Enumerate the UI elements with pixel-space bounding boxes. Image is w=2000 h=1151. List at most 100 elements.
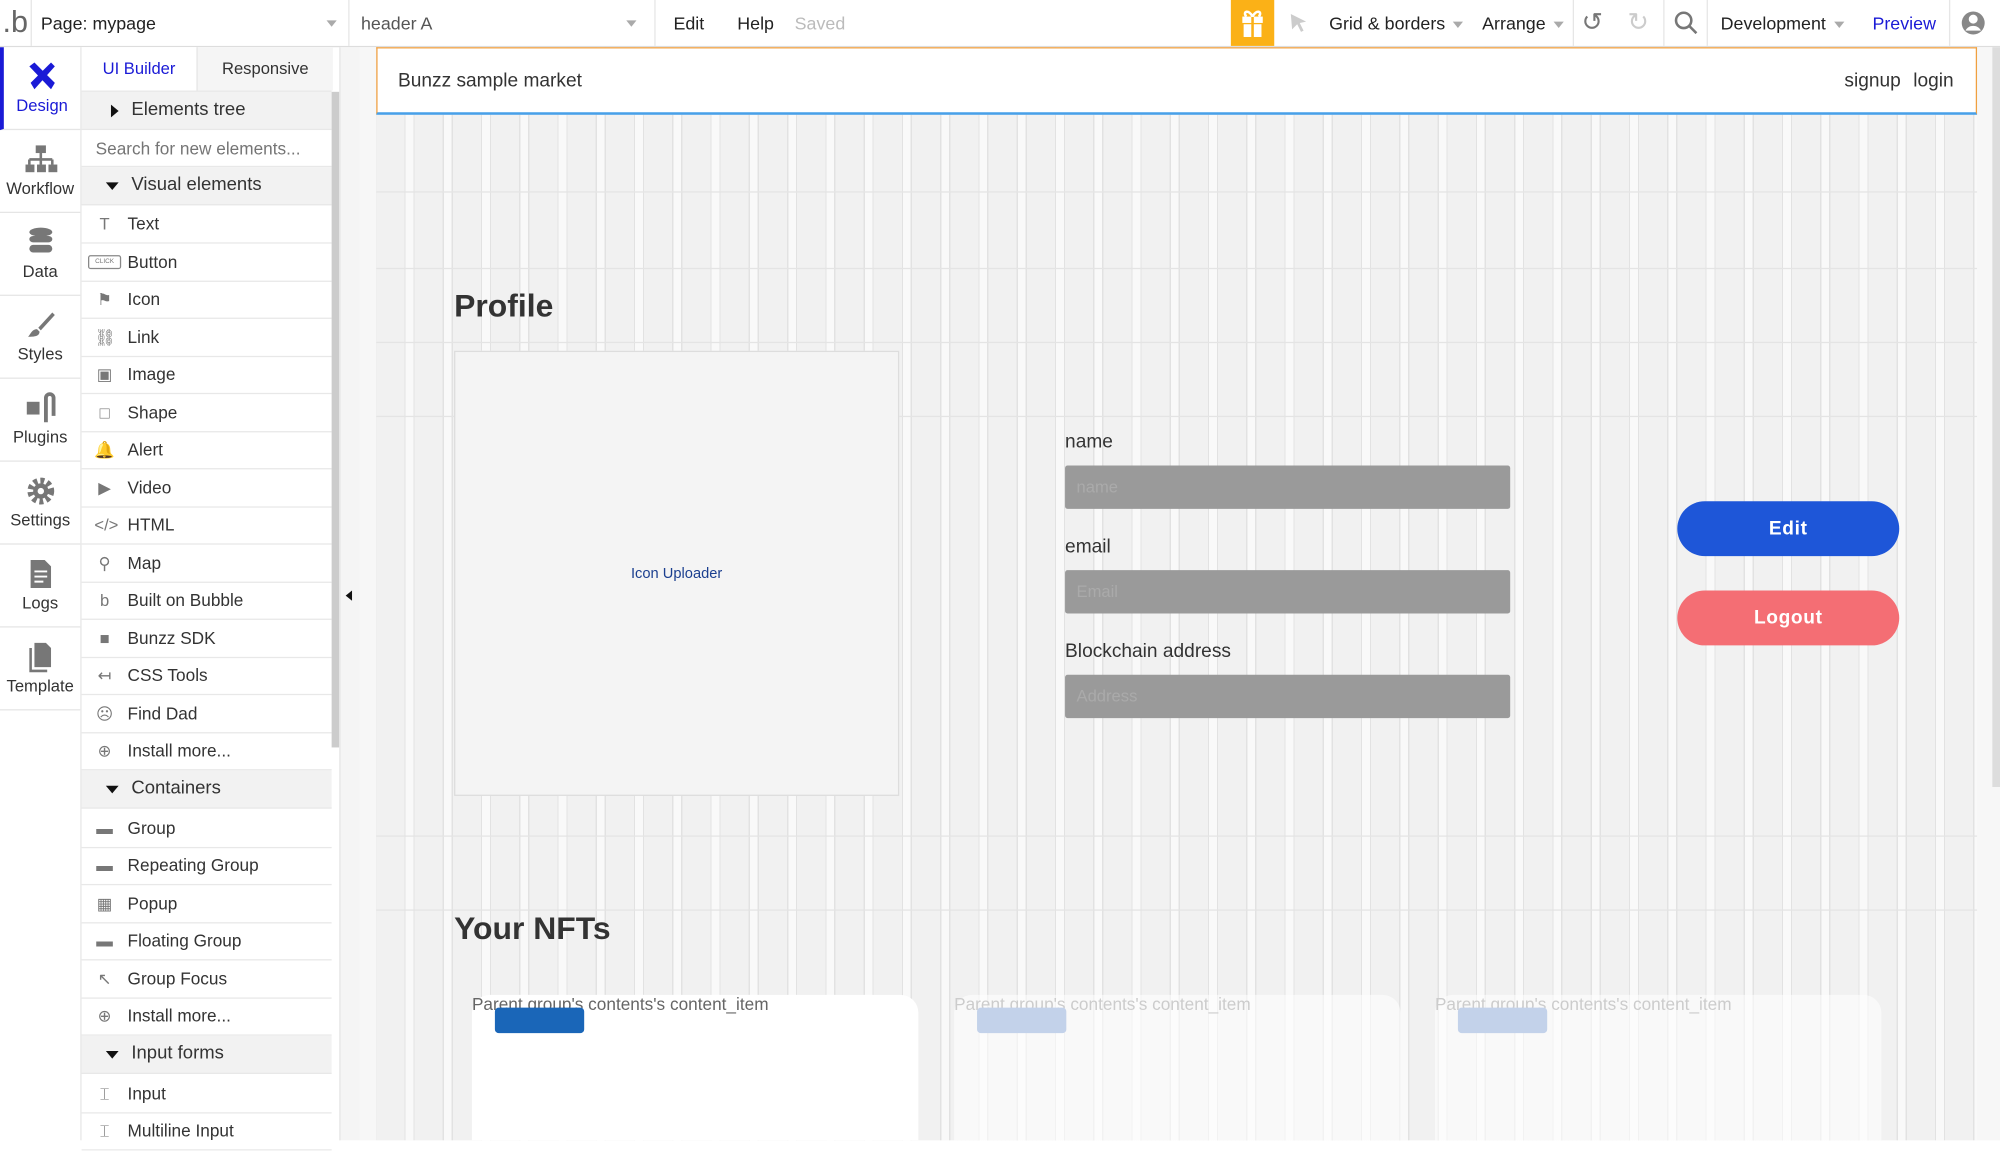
selector-button[interactable]: [1286, 0, 1312, 46]
element-item-shape[interactable]: □ Shape: [81, 393, 332, 432]
element-item-css-tools[interactable]: ↤ CSS Tools: [81, 657, 332, 696]
element-item-multiline-input[interactable]: ⌶ Multiline Input: [81, 1112, 332, 1151]
map-icon: ⚲: [98, 552, 111, 573]
section-visual-elements[interactable]: Visual elements: [81, 167, 332, 206]
collapse-panel-icon[interactable]: [345, 590, 353, 601]
element-item-group-focus[interactable]: ↖ Group Focus: [81, 960, 332, 999]
section-input-forms[interactable]: Input forms: [81, 1035, 332, 1074]
panel-scrollbar[interactable]: [331, 91, 340, 748]
element-item-label: Alert: [127, 440, 163, 460]
nav-logs[interactable]: Logs: [0, 545, 81, 628]
undo-icon[interactable]: ↺: [1582, 0, 1610, 46]
section-label: Visual elements: [131, 174, 262, 196]
caret-down-icon: [105, 785, 119, 793]
element-item-install-more[interactable]: ⊕ Install more...: [81, 997, 332, 1036]
redo-icon[interactable]: ↻: [1628, 0, 1656, 46]
install-more-icon: ⊕: [97, 1006, 112, 1026]
chevron-down-icon: [1452, 21, 1464, 28]
element-item-install-more[interactable]: ⊕ Install more...: [81, 732, 332, 771]
bunzz-sdk-icon: ■: [99, 628, 110, 648]
icon-uploader[interactable]: Icon Uploader: [454, 350, 900, 796]
element-item-bunzz-sdk[interactable]: ■ Bunzz SDK: [81, 619, 332, 658]
arrange-menu[interactable]: Arrange: [1482, 0, 1564, 46]
element-item-link[interactable]: ⛓ Link: [81, 318, 332, 357]
address-input[interactable]: Address: [1065, 674, 1511, 719]
element-item-label: Floating Group: [127, 931, 242, 951]
nav-settings[interactable]: Settings: [0, 462, 81, 545]
element-item-text[interactable]: T Text: [81, 205, 332, 244]
element-item-find-dad[interactable]: ☹ Find Dad: [81, 695, 332, 733]
canvas-scrollbar[interactable]: [1992, 47, 2000, 787]
caret-down-icon: [105, 182, 119, 191]
element-item-repeating-group[interactable]: ▬ Repeating Group: [81, 847, 332, 886]
cursor-icon: [1290, 14, 1307, 32]
elements-tree-toggle[interactable]: Elements tree: [81, 91, 332, 131]
bubble-logo-icon[interactable]: .b: [3, 0, 31, 46]
elements-panel: UI Builder Responsive Elements tree Visu…: [81, 47, 333, 1151]
edit-button[interactable]: Edit: [1677, 501, 1900, 557]
name-label: name: [1065, 431, 1113, 453]
element-item-built-on-bubble[interactable]: b Built on Bubble: [81, 582, 332, 620]
element-item-floating-group[interactable]: ▬ Floating Group: [81, 922, 332, 961]
login-link[interactable]: login: [1913, 70, 1953, 92]
text-icon: T: [99, 214, 110, 234]
brush-icon: [27, 312, 55, 337]
image-icon: ▣: [96, 364, 113, 384]
element-item-label: Built on Bubble: [127, 590, 244, 610]
profile-title: Profile: [454, 288, 554, 324]
nft-card[interactable]: Parent group's contents's content_item: [1434, 994, 1882, 1141]
element-item-label: Icon: [127, 289, 161, 309]
group-focus-icon: ↖: [97, 968, 112, 988]
name-input[interactable]: name: [1065, 465, 1511, 509]
nav-workflow[interactable]: Workflow: [0, 130, 81, 214]
element-item-alert[interactable]: 🔔 Alert: [81, 431, 332, 470]
element-item-map[interactable]: ⚲ Map: [81, 544, 332, 583]
panel-tabs: UI Builder Responsive: [81, 47, 333, 92]
environment-label: Development: [1720, 12, 1826, 34]
section-containers[interactable]: Containers: [81, 769, 332, 809]
page-header[interactable]: Bunzz sample market signup login: [376, 47, 1978, 115]
element-select[interactable]: header A: [361, 0, 642, 46]
floating-group-icon: ▬: [96, 931, 113, 951]
nav-label: Data: [22, 261, 58, 281]
section-label: Input forms: [131, 1042, 224, 1064]
nav-design[interactable]: Design: [0, 47, 81, 131]
email-input[interactable]: Email: [1065, 570, 1511, 614]
search-elements-input[interactable]: [81, 130, 332, 168]
nft-card[interactable]: Parent group's contents's content_item: [471, 994, 919, 1141]
element-item-video[interactable]: ▶ Video: [81, 469, 332, 508]
brand-title[interactable]: Bunzz sample market: [398, 70, 582, 92]
account-button[interactable]: [1960, 0, 1986, 46]
environment-select[interactable]: Development: [1721, 0, 1844, 46]
nav-styles[interactable]: Styles: [0, 296, 81, 379]
element-item-image[interactable]: ▣ Image: [81, 356, 332, 395]
element-item-label: Bunzz SDK: [127, 628, 216, 648]
top-bar: .b Page: mypage header A Edit Help Saved…: [0, 0, 2000, 48]
help-menu[interactable]: Help: [737, 0, 774, 46]
nav-template[interactable]: Template: [0, 628, 81, 711]
signup-link[interactable]: signup: [1844, 70, 1900, 92]
nav-label: Settings: [10, 510, 71, 530]
element-item-icon[interactable]: ⚑ Icon: [81, 281, 332, 319]
nav-plugins[interactable]: Plugins: [0, 379, 81, 462]
nav-label: Plugins: [12, 427, 68, 447]
tab-responsive[interactable]: Responsive: [196, 47, 333, 91]
nav-label: Template: [6, 676, 74, 696]
element-item-popup[interactable]: ▦ Popup: [81, 885, 332, 923]
gift-button[interactable]: [1230, 0, 1275, 46]
element-item-input[interactable]: ⌶ Input: [81, 1075, 332, 1113]
element-item-group[interactable]: ▬ Group: [81, 809, 332, 848]
preview-button[interactable]: Preview: [1872, 0, 1936, 46]
element-item-html[interactable]: </> HTML: [81, 506, 332, 545]
nav-data[interactable]: Data: [0, 213, 81, 296]
edit-menu[interactable]: Edit: [673, 0, 704, 46]
nft-card[interactable]: Parent group's contents's content_item: [954, 994, 1401, 1141]
page-select[interactable]: Page: mypage: [41, 0, 342, 46]
logout-button[interactable]: Logout: [1677, 590, 1900, 646]
database-icon: [28, 227, 52, 253]
grid-borders-menu[interactable]: Grid & borders: [1329, 0, 1464, 46]
search-button[interactable]: [1673, 0, 1699, 46]
tab-ui-builder[interactable]: UI Builder: [81, 47, 197, 91]
element-item-label: Input: [127, 1083, 166, 1103]
element-item-button[interactable]: CLICK Button: [81, 243, 332, 282]
